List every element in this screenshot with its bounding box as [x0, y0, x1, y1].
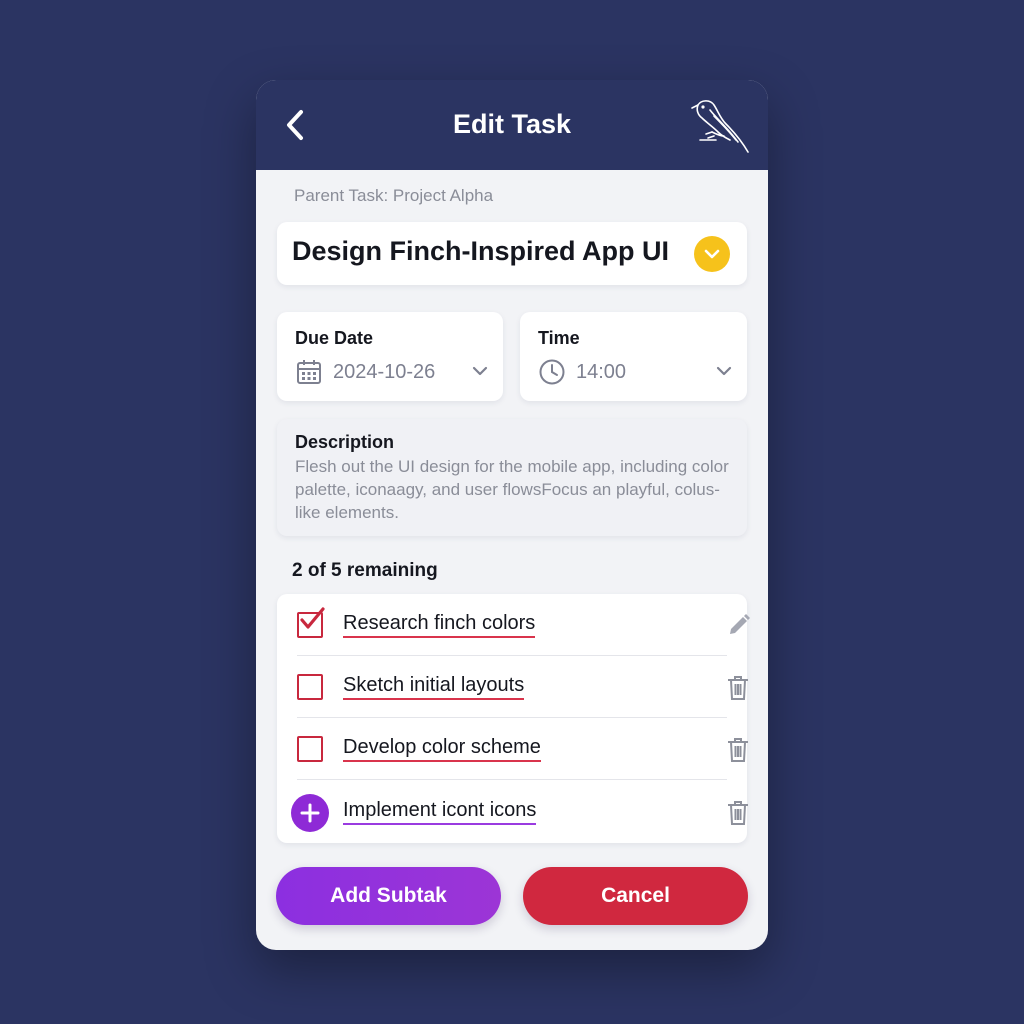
list-item: Implement icont icons: [277, 781, 748, 843]
header-bar: Edit Task: [256, 80, 768, 170]
task-title-card[interactable]: Design Finch-Inspired App UI: [277, 222, 747, 285]
subtask-label[interactable]: Develop color scheme: [343, 736, 541, 762]
description-label: Description: [295, 432, 395, 452]
subtask-label[interactable]: Implement icont icons: [343, 799, 537, 825]
task-status-toggle[interactable]: [694, 236, 730, 272]
list-item: Research finch colors: [277, 594, 750, 656]
divider: [297, 779, 727, 780]
description-field[interactable]: Description Flesh out the UI design for …: [277, 419, 747, 536]
clock-icon: [539, 359, 565, 385]
time-label: Time: [538, 328, 580, 348]
calendar-icon: [297, 360, 321, 384]
checkmark-icon: [300, 607, 325, 629]
subtask-label[interactable]: Research finch colors: [343, 612, 536, 638]
list-item: Sketch initial layouts: [277, 656, 748, 718]
remaining-count: 2 of 5 remaining: [292, 560, 438, 581]
subtask-checkbox[interactable]: [297, 736, 323, 762]
trash-icon[interactable]: [725, 674, 751, 702]
add-subtask-button[interactable]: Add Subtak: [276, 867, 501, 925]
chevron-down-icon: [472, 366, 488, 376]
trash-icon[interactable]: [725, 799, 751, 827]
add-item-button[interactable]: [291, 794, 329, 832]
due-date-label: Due Date: [295, 328, 374, 348]
list-item: Develop color scheme: [277, 718, 748, 780]
chevron-down-icon: [716, 366, 732, 376]
due-date-value: 2024-10-26: [333, 361, 436, 383]
check-circle-icon: [704, 249, 720, 259]
trash-icon[interactable]: [725, 736, 751, 764]
subtask-label[interactable]: Sketch initial layouts: [343, 674, 525, 700]
cancel-button[interactable]: Cancel: [523, 867, 748, 925]
time-field[interactable]: Time 14:00: [520, 312, 747, 401]
plus-icon: [300, 803, 320, 823]
pencil-icon[interactable]: [725, 612, 751, 640]
subtask-checkbox[interactable]: [297, 607, 325, 638]
finch-bird-icon: [691, 100, 749, 153]
due-date-field[interactable]: Due Date 2024-10-26: [277, 312, 503, 401]
task-title[interactable]: Design Finch-Inspired App UI: [292, 236, 669, 267]
parent-task-label: Parent Task: Project Alpha: [294, 186, 494, 205]
subtask-list: Research finch colors Sketch initial lay…: [277, 594, 750, 843]
edit-task-screen: Edit Task Parent Task: Project Alpha Des…: [256, 80, 768, 950]
time-value: 14:00: [576, 361, 627, 383]
description-text[interactable]: Flesh out the UI design for the mobile a…: [295, 455, 735, 524]
subtask-checkbox[interactable]: [297, 674, 323, 700]
